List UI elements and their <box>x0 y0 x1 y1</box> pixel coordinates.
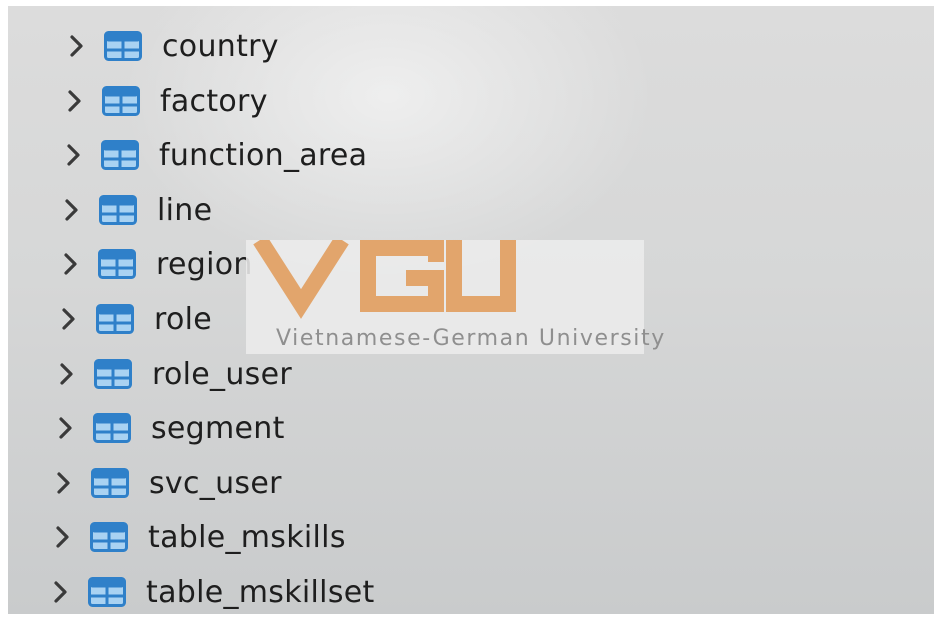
tree-item-table-mskills[interactable]: table_mskills <box>52 512 346 562</box>
tree-item-label: role_user <box>152 356 292 392</box>
chevron-right-icon[interactable] <box>56 359 78 389</box>
table-icon <box>93 413 151 443</box>
chevron-right-icon[interactable] <box>61 195 83 225</box>
screenshot-frame: country factory function_arealine region rol… <box>8 6 934 614</box>
chevron-right-icon[interactable] <box>66 31 88 61</box>
tree-item-label: region <box>156 246 253 282</box>
tree-item-label: svc_user <box>149 465 282 501</box>
tree-item-function-area[interactable]: function_area <box>63 130 367 180</box>
tree-item-region[interactable]: region <box>60 239 253 289</box>
tree-item-factory[interactable]: factory <box>64 76 268 126</box>
tree-item-country[interactable]: country <box>66 21 279 71</box>
tree-item-role[interactable]: role <box>58 294 212 344</box>
tree-item-segment[interactable]: segment <box>55 403 285 453</box>
tree-item-label: factory <box>160 83 268 119</box>
table-icon <box>96 304 154 334</box>
chevron-right-icon[interactable] <box>55 413 77 443</box>
watermark-text: Vietnamese-German University <box>276 326 666 351</box>
tree-item-label: country <box>162 28 279 64</box>
chevron-right-icon[interactable] <box>64 86 86 116</box>
tree-item-line[interactable]: line <box>61 185 212 235</box>
table-icon <box>102 86 160 116</box>
tree-item-role-user[interactable]: role_user <box>56 349 292 399</box>
tree-item-label: function_area <box>159 137 368 173</box>
chevron-right-icon[interactable] <box>50 577 72 607</box>
table-icon <box>101 140 159 170</box>
table-icon <box>104 31 162 61</box>
table-icon <box>88 577 146 607</box>
chevron-right-icon[interactable] <box>53 468 75 498</box>
chevron-right-icon[interactable] <box>58 304 80 334</box>
tree-item-svc-user[interactable]: svc_user <box>53 458 282 508</box>
tree-item-label: segment <box>151 410 285 446</box>
tree-item-label: role <box>154 301 213 337</box>
chevron-right-icon[interactable] <box>63 140 85 170</box>
tree-item-label: table_mskillset <box>146 574 375 610</box>
chevron-right-icon[interactable] <box>52 522 74 552</box>
tree-item-table-mskillset[interactable]: table_mskillset <box>50 567 375 614</box>
watermark: Vietnamese-German University <box>246 240 664 354</box>
tree-item-label: line <box>157 192 213 228</box>
table-icon <box>98 249 156 279</box>
table-icon <box>91 468 149 498</box>
table-icon <box>99 195 157 225</box>
table-icon <box>90 522 148 552</box>
chevron-right-icon[interactable] <box>60 249 82 279</box>
table-icon <box>94 359 152 389</box>
tree-item-label: table_mskills <box>148 519 346 555</box>
vgu-logo <box>253 240 516 319</box>
